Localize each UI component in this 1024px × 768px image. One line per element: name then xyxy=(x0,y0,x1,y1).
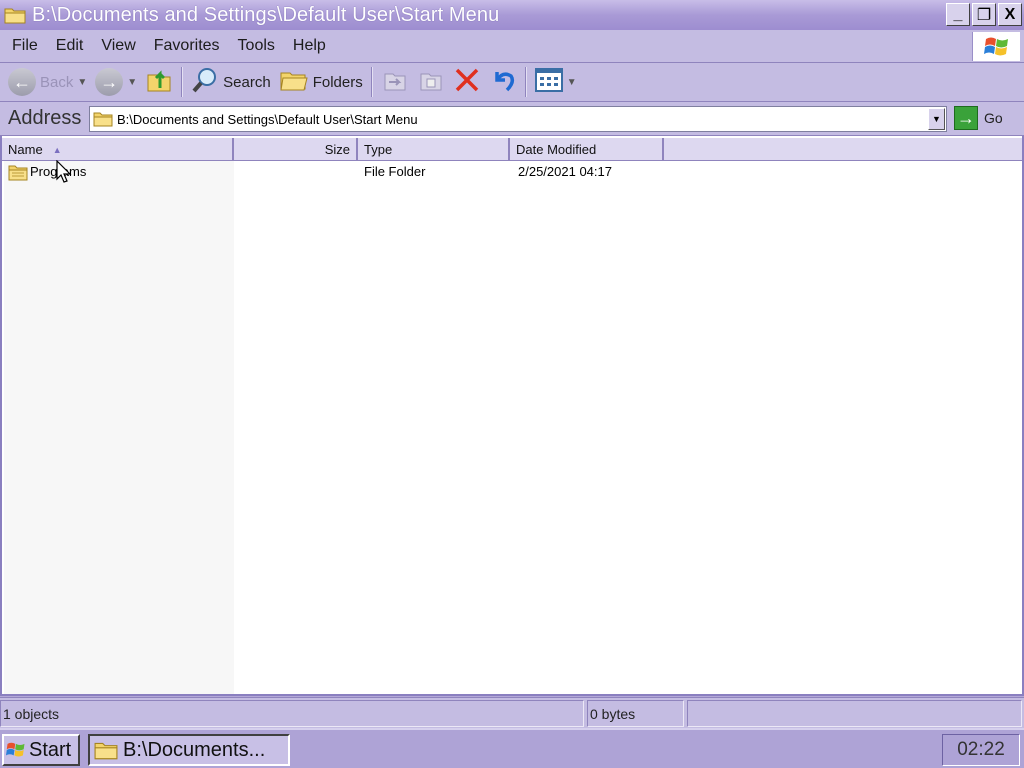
sort-ascending-icon: ▲ xyxy=(52,144,62,155)
address-bar: Address B:\Documents and Settings\Defaul… xyxy=(0,102,1024,136)
address-input[interactable]: B:\Documents and Settings\Default User\S… xyxy=(89,106,947,132)
address-label: Address xyxy=(8,107,82,129)
restore-button[interactable]: ❐ xyxy=(972,3,996,26)
forward-dropdown-icon[interactable]: ▼ xyxy=(127,77,137,88)
taskbar: Start B:\Documents... 02:22 xyxy=(0,728,1024,768)
up-folder-icon xyxy=(145,66,173,98)
file-row[interactable]: Programs File Folder 2/25/2021 04:17 xyxy=(8,164,1008,182)
address-dropdown-icon[interactable]: ▼ xyxy=(928,108,945,130)
sorted-column-highlight xyxy=(4,161,234,694)
search-button[interactable]: Search xyxy=(187,65,275,99)
toolbar-separator xyxy=(524,67,527,97)
undo-button[interactable] xyxy=(485,65,521,99)
move-to-button[interactable] xyxy=(377,65,413,99)
back-dropdown-icon[interactable]: ▼ xyxy=(77,77,87,88)
go-button[interactable]: → Go xyxy=(954,106,1003,130)
mouse-cursor-icon xyxy=(56,159,72,189)
title-bar[interactable]: B:\Documents and Settings\Default User\S… xyxy=(0,0,1024,30)
menu-tools[interactable]: Tools xyxy=(238,37,275,55)
views-icon xyxy=(534,68,563,96)
column-date-modified[interactable]: Date Modified xyxy=(510,138,664,161)
menu-file[interactable]: File xyxy=(12,37,38,55)
go-arrow-icon: → xyxy=(954,106,978,130)
search-icon xyxy=(191,66,219,98)
menu-edit[interactable]: Edit xyxy=(56,37,84,55)
folders-button[interactable]: Folders xyxy=(275,65,367,99)
undo-icon xyxy=(489,66,517,98)
column-header: Name ▲ Size Type Date Modified xyxy=(2,138,1022,161)
copy-to-button[interactable] xyxy=(413,65,449,99)
start-button[interactable]: Start xyxy=(2,734,80,766)
folder-icon xyxy=(93,111,113,127)
status-objects: 1 objects xyxy=(0,700,584,727)
column-size[interactable]: Size xyxy=(234,138,358,161)
windows-logo-icon xyxy=(6,740,26,760)
copy-to-icon xyxy=(417,66,445,98)
folder-icon xyxy=(94,740,118,760)
minimize-button[interactable]: _ xyxy=(946,3,970,26)
status-bar: 1 objects 0 bytes xyxy=(0,697,1024,728)
column-type[interactable]: Type xyxy=(358,138,510,161)
folder-icon xyxy=(4,5,28,25)
menu-bar: File Edit View Favorites Tools Help xyxy=(0,30,1024,63)
menu-view[interactable]: View xyxy=(101,37,135,55)
window-title: B:\Documents and Settings\Default User\S… xyxy=(32,3,500,26)
toolbar-separator xyxy=(181,67,184,97)
windows-logo-icon xyxy=(972,32,1020,61)
up-folder-button[interactable] xyxy=(141,65,177,99)
file-date: 2/25/2021 04:17 xyxy=(518,164,612,179)
folder-icon xyxy=(8,164,28,184)
views-dropdown-icon[interactable]: ▼ xyxy=(567,77,577,88)
forward-button[interactable]: → ▼ xyxy=(91,65,141,99)
file-type: File Folder xyxy=(364,164,426,179)
delete-button[interactable] xyxy=(449,65,485,99)
file-list-view[interactable]: Name ▲ Size Type Date Modified Programs … xyxy=(0,136,1024,696)
close-button[interactable]: X xyxy=(998,3,1022,26)
address-value: B:\Documents and Settings\Default User\S… xyxy=(117,111,418,127)
column-name[interactable]: Name ▲ xyxy=(2,138,234,161)
forward-arrow-icon: → xyxy=(95,68,124,96)
status-zone xyxy=(687,700,1022,727)
menu-help[interactable]: Help xyxy=(293,37,326,55)
folders-icon xyxy=(279,67,309,97)
status-size: 0 bytes xyxy=(587,700,684,727)
system-clock: 02:22 xyxy=(942,734,1020,766)
menu-favorites[interactable]: Favorites xyxy=(154,37,220,55)
back-arrow-icon: ← xyxy=(8,68,36,96)
taskbar-window-button[interactable]: B:\Documents... xyxy=(88,734,290,766)
back-button[interactable]: ← Back ▼ xyxy=(4,65,91,99)
toolbar: ← Back ▼ → ▼ Search Folders ▼ xyxy=(0,63,1024,102)
views-button[interactable]: ▼ xyxy=(531,65,581,99)
toolbar-separator xyxy=(370,67,373,97)
delete-x-icon xyxy=(453,66,481,98)
move-to-icon xyxy=(381,66,409,98)
